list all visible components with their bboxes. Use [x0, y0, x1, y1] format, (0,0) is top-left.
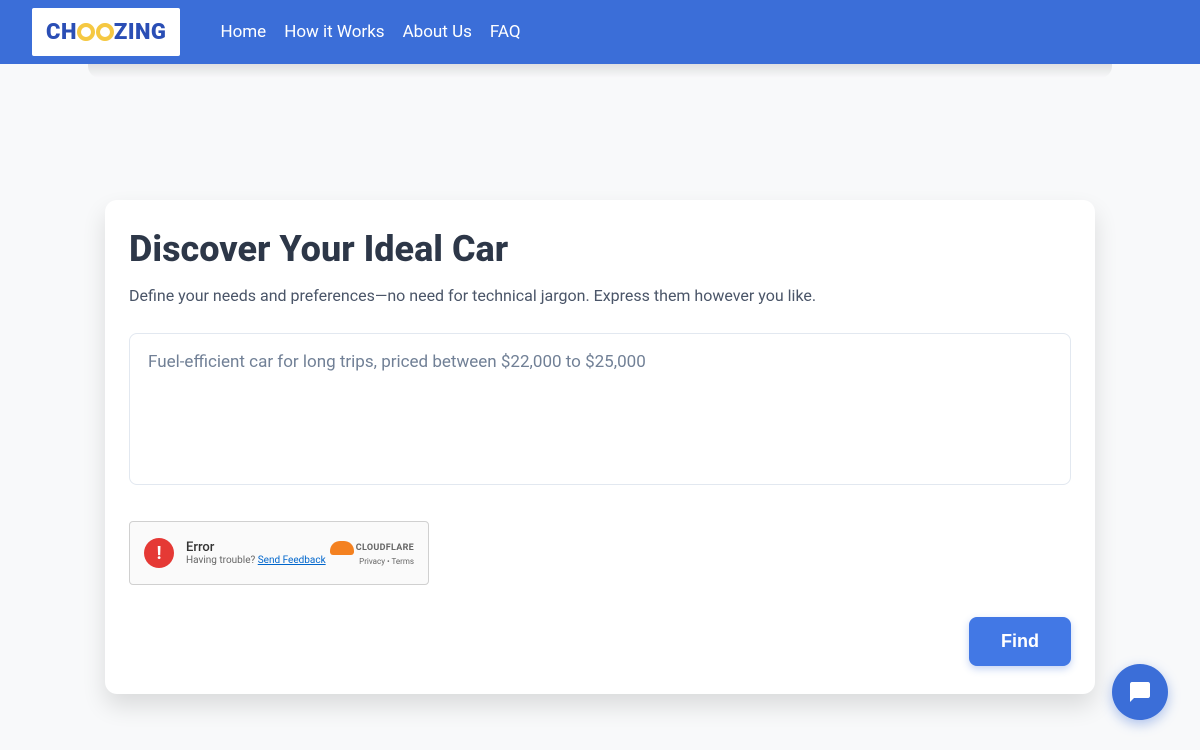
captcha-trouble-prefix: Having trouble?: [186, 555, 258, 566]
logo-part-zing: ZING: [114, 20, 167, 45]
captcha-privacy-link[interactable]: Privacy: [359, 557, 385, 566]
logo-o-icon: [77, 23, 95, 41]
logo-o-icon: [96, 23, 114, 41]
logo-part-ch: CH: [46, 20, 77, 45]
logo-text: CH ZING: [46, 20, 166, 45]
navbar: CH ZING Home How it Works About Us FAQ: [0, 0, 1200, 64]
captcha-trouble-text: Having trouble? Send Feedback: [186, 555, 326, 566]
captcha-right: CLOUDFLARE Privacy • Terms: [330, 541, 414, 566]
search-input[interactable]: [129, 333, 1071, 485]
nav-links: Home How it Works About Us FAQ: [220, 22, 520, 42]
chat-button[interactable]: [1112, 664, 1168, 720]
cloud-icon: [330, 541, 354, 555]
nav-how-it-works[interactable]: How it Works: [284, 22, 384, 42]
captcha-text: Error Having trouble? Send Feedback: [186, 540, 326, 566]
captcha-widget: ! Error Having trouble? Send Feedback CL…: [129, 521, 429, 585]
card-title: Discover Your Ideal Car: [129, 228, 1071, 270]
captcha-left: ! Error Having trouble? Send Feedback: [144, 538, 326, 568]
top-card-shadow: [88, 64, 1112, 78]
cloudflare-text: CLOUDFLARE: [356, 543, 414, 553]
captcha-terms-link[interactable]: Terms: [392, 557, 414, 566]
search-card: Discover Your Ideal Car Define your need…: [105, 200, 1095, 694]
captcha-legal-links: Privacy • Terms: [359, 557, 414, 566]
button-row: Find: [129, 617, 1071, 666]
chat-icon: [1127, 680, 1153, 704]
nav-home[interactable]: Home: [220, 22, 266, 42]
nav-faq[interactable]: FAQ: [490, 22, 521, 42]
captcha-feedback-link[interactable]: Send Feedback: [258, 555, 326, 566]
logo[interactable]: CH ZING: [32, 8, 180, 56]
captcha-error-label: Error: [186, 540, 326, 555]
error-icon: !: [144, 538, 174, 568]
find-button[interactable]: Find: [969, 617, 1071, 666]
cloudflare-logo: CLOUDFLARE: [330, 541, 414, 555]
logo-oo: [77, 23, 114, 41]
nav-about-us[interactable]: About Us: [403, 22, 472, 42]
card-subtitle: Define your needs and preferences—no nee…: [129, 286, 1071, 305]
